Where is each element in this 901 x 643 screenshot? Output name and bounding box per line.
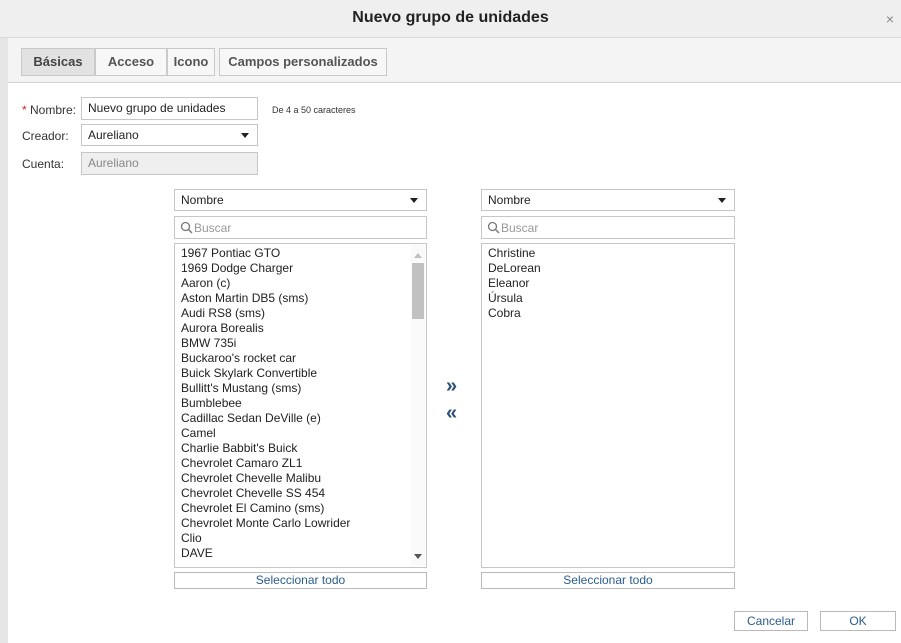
list-item[interactable]: Chevrolet El Camino (sms) [181, 501, 324, 516]
creator-value: Aureliano [88, 128, 139, 142]
list-item[interactable]: Eleanor [488, 276, 529, 291]
list-item[interactable]: Chevrolet Monte Carlo Lowrider [181, 516, 350, 531]
tab-acceso[interactable]: Acceso [95, 48, 167, 76]
account-field: Aureliano [81, 152, 258, 175]
right-sort-value: Nombre [488, 193, 531, 207]
left-edge-bar [0, 38, 8, 643]
left-search-input[interactable]: Buscar [174, 216, 427, 239]
tab-basicas[interactable]: Básicas [21, 48, 95, 76]
name-label: * Nombre: [22, 103, 76, 117]
right-search-input[interactable]: Buscar [481, 216, 735, 239]
list-item[interactable]: Cobra [488, 306, 521, 321]
account-label: Cuenta: [22, 157, 65, 171]
list-item[interactable]: Buckaroo's rocket car [181, 351, 296, 366]
list-item[interactable]: Aaron (c) [181, 276, 230, 291]
left-unit-list[interactable]: 1967 Pontiac GTO 1969 Dodge Charger Aaron … [174, 243, 427, 568]
dialog-title: Nuevo grupo de unidades [352, 9, 549, 26]
right-sort-select[interactable]: Nombre [481, 189, 735, 211]
list-item[interactable]: Buick Skylark Convertible [181, 366, 317, 381]
left-sort-value: Nombre [181, 193, 224, 207]
right-select-all-button[interactable]: Seleccionar todo [481, 572, 735, 589]
list-item[interactable]: Charlie Babbit's Buick [181, 441, 297, 456]
left-sort-select[interactable]: Nombre [174, 189, 427, 211]
name-input[interactable]: Nuevo grupo de unidades [81, 97, 258, 120]
cancel-button[interactable]: Cancelar [734, 611, 808, 631]
right-search-placeholder: Buscar [501, 221, 539, 235]
scroll-thumb[interactable] [412, 263, 424, 319]
tab-campos-personalizados[interactable]: Campos personalizados [219, 48, 387, 76]
left-search-placeholder: Buscar [194, 221, 232, 235]
list-item[interactable]: Cadillac Sedan DeVille (e) [181, 411, 321, 426]
list-item[interactable]: Bumblebee [181, 396, 242, 411]
list-item[interactable]: Chevrolet Chevelle Malibu [181, 471, 321, 486]
list-item[interactable]: DeLorean [488, 261, 541, 276]
title-bar: Nuevo grupo de unidades × [0, 0, 901, 38]
chevron-down-icon [410, 198, 418, 203]
list-item[interactable]: 1969 Dodge Charger [181, 261, 293, 276]
add-to-group-button[interactable]: » [446, 376, 457, 396]
list-item[interactable]: Chevrolet Chevelle SS 454 [181, 486, 325, 501]
tab-strip: Básicas Acceso Icono Campos personalizad… [8, 38, 901, 83]
list-item[interactable]: 1967 Pontiac GTO [181, 246, 280, 261]
list-item[interactable]: Aurora Borealis [181, 321, 264, 336]
search-icon [180, 221, 193, 234]
name-label-text: Nombre: [26, 103, 77, 117]
right-unit-list[interactable]: Christine DeLorean Eleanor Úrsula Cobra [481, 243, 735, 568]
left-list-scrollbar[interactable] [411, 245, 425, 566]
list-item[interactable]: Christine [488, 246, 535, 261]
list-item[interactable]: Audi RS8 (sms) [181, 306, 265, 321]
remove-from-group-button[interactable]: « [446, 403, 457, 423]
creator-select[interactable]: Aureliano [81, 124, 258, 146]
list-item[interactable]: DAVE [181, 546, 213, 561]
name-hint: De 4 a 50 caracteres [272, 105, 356, 115]
list-item[interactable]: BMW 735i [181, 336, 236, 351]
close-icon[interactable]: × [886, 12, 894, 26]
creator-label: Creador: [22, 129, 69, 143]
left-select-all-button[interactable]: Seleccionar todo [174, 572, 427, 589]
chevron-down-icon [718, 198, 726, 203]
chevron-down-icon [241, 133, 249, 138]
list-item[interactable]: Aston Martin DB5 (sms) [181, 291, 308, 306]
new-unit-group-dialog: Nuevo grupo de unidades × Básicas Acceso… [0, 0, 901, 643]
list-item[interactable]: Clio [181, 531, 202, 546]
list-item[interactable]: Úrsula [488, 291, 523, 306]
list-item[interactable]: Chevrolet Camaro ZL1 [181, 456, 302, 471]
list-item[interactable]: Bullitt's Mustang (sms) [181, 381, 301, 396]
scroll-up-icon[interactable] [414, 253, 422, 258]
tab-icono[interactable]: Icono [167, 48, 215, 76]
search-icon [487, 221, 500, 234]
ok-button[interactable]: OK [820, 611, 896, 631]
scroll-down-icon[interactable] [414, 554, 422, 559]
list-item[interactable]: Camel [181, 426, 216, 441]
